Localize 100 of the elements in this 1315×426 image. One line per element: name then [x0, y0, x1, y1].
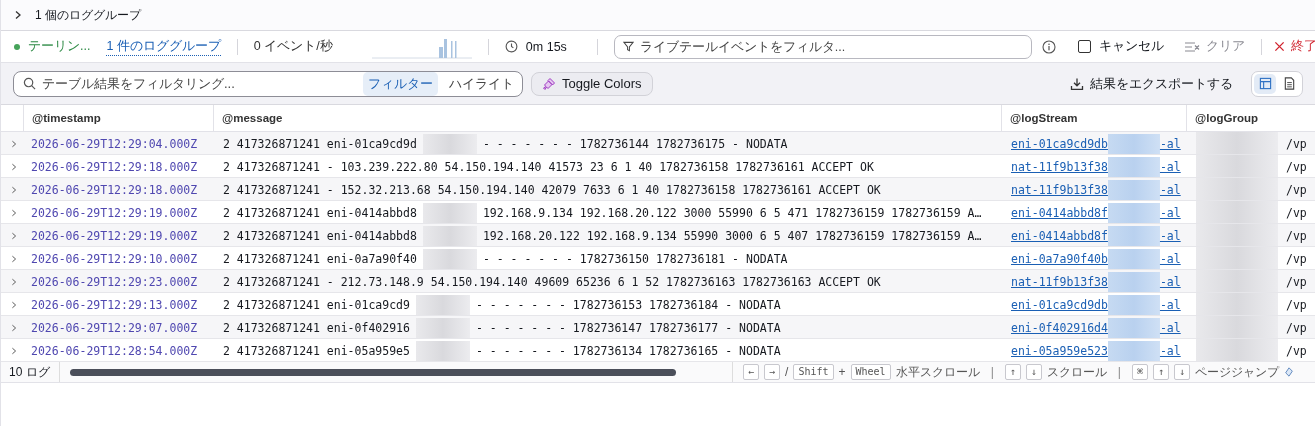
table-view-button[interactable] [1254, 73, 1276, 94]
log-stream-link[interactable]: -al [1159, 159, 1181, 174]
cancel-checkbox[interactable] [1077, 40, 1091, 53]
mode-toggle[interactable]: ハイライト [444, 71, 519, 96]
redaction-blur [415, 340, 470, 361]
log-stream-link[interactable]: -al [1159, 320, 1181, 335]
filter-icon [622, 41, 634, 52]
expand-row-icon[interactable] [10, 162, 18, 171]
message-text: - - - - - - - 1782736144 1782736175 - NODATA [482, 136, 789, 151]
search-icon [23, 77, 36, 90]
log-stream-link[interactable]: -al [1159, 228, 1181, 243]
hint-divider: | [1117, 365, 1121, 379]
hint-label: ページジャンプ [1195, 363, 1280, 381]
expand-row-icon[interactable] [10, 139, 18, 148]
redaction-blur [1107, 225, 1160, 246]
tailing-status: テーリン... [28, 38, 91, 55]
keyboard-key: ↓ [1025, 364, 1042, 380]
expand-row-icon[interactable] [10, 323, 18, 332]
timestamp-cell-text: 2026-06-29T12:29:19.000Z [30, 228, 199, 243]
message-text: 2 417326871241 eni-0f402916 [223, 320, 411, 335]
redaction-blur [422, 133, 477, 154]
table-search-field[interactable]: テーブル結果をフィルタリング... フィルター ハイライト [13, 70, 523, 97]
redaction-blur [1107, 202, 1160, 223]
log-stream-link[interactable]: -al [1159, 136, 1181, 151]
expand-row-icon[interactable] [10, 346, 18, 355]
log-stream-link[interactable]: nat-11f9b13f38 [1011, 274, 1108, 289]
event-rate: 0 イベント/秒 [253, 38, 334, 55]
log-stream-link[interactable]: -al [1159, 182, 1181, 197]
expand-row-icon[interactable] [10, 231, 18, 240]
log-stream-link[interactable]: eni-01ca9cd9db [1011, 297, 1108, 312]
log-groups-link[interactable]: 1 件のロググループ [106, 37, 221, 56]
table-cell-text: /vp [1285, 251, 1308, 266]
column-header[interactable]: @logGroup [1186, 105, 1284, 131]
redaction-blur [422, 248, 477, 269]
log-stream-link[interactable]: eni-0414abbd8f [1011, 228, 1108, 243]
info-icon[interactable] [1041, 39, 1056, 54]
expand-row-icon[interactable] [10, 254, 18, 263]
live-filter-field[interactable]: ライブテールイベントをフィルタ... [613, 34, 1032, 59]
log-stream-link[interactable]: -al [1159, 251, 1181, 266]
log-stream-link[interactable]: nat-11f9b13f38 [1011, 182, 1108, 197]
timestamp-cell-text: 2026-06-29T12:29:19.000Z [30, 205, 199, 220]
hint-divider: | [990, 365, 994, 379]
column-header[interactable]: @message [213, 105, 1001, 131]
log-stream-link[interactable]: eni-01ca9cd9db [1011, 136, 1108, 151]
mode-toggle[interactable]: フィルター [363, 71, 438, 96]
stop-button[interactable]: 終了 [1273, 38, 1315, 55]
log-stream-link[interactable]: eni-0a7a90f40b [1011, 251, 1108, 266]
message-text: 192.168.9.134 192.168.20.122 3000 55990 6 5 471 1782736159 1782736159 A… [482, 205, 983, 220]
log-stream-link[interactable]: eni-0f402916d4 [1011, 320, 1108, 335]
table-cell-text: /vp [1285, 297, 1308, 312]
timestamp-cell-text: 2026-06-29T12:29:13.000Z [30, 297, 199, 312]
expand-row-icon[interactable] [10, 208, 18, 217]
close-icon [1273, 41, 1285, 52]
timestamp-cell-text: 2026-06-29T12:28:54.000Z [30, 343, 199, 358]
timestamp-cell-text: 2026-06-29T12:29:10.000Z [30, 251, 199, 266]
message-text: 2 417326871241 - 152.32.213.68 54.150.194.140 42079 7633 6 1 40 1782736158 1782736161 ACCEPT OK [223, 182, 882, 197]
message-text: 2 417326871241 eni-01ca9cd9d [223, 136, 418, 151]
log-count: 10 ログ [1, 362, 60, 382]
column-header[interactable]: @timestamp [23, 105, 213, 131]
redaction-blur [1107, 179, 1160, 200]
live-filter-input[interactable]: ライブテールイベントをフィルタ... [639, 39, 1023, 54]
message-text: 2 417326871241 eni-05a959e5 [223, 343, 411, 358]
column-header[interactable]: @logStream [1001, 105, 1186, 131]
export-button[interactable]: 結果をエクスポートする [1070, 74, 1233, 93]
log-stream-link[interactable]: nat-11f9b13f38 [1011, 159, 1108, 174]
message-text: - - - - - - - 1782736153 1782736184 - NODATA [475, 297, 782, 312]
keyboard-key: ← [743, 364, 760, 380]
keyboard-key: ↓ [1174, 364, 1191, 380]
redaction-blur [1107, 317, 1160, 338]
timestamp-cell-text: 2026-06-29T12:29:18.000Z [30, 159, 199, 174]
message-text: 2 417326871241 eni-0414abbd8 [223, 205, 418, 220]
clear-icon [1183, 40, 1200, 53]
redaction-blur [415, 317, 470, 338]
message-text: 2 417326871241 eni-01ca9cd9 [223, 297, 411, 312]
toggle-colors-button[interactable]: Toggle Colors [531, 71, 653, 96]
hint-label: スクロール [1046, 363, 1107, 381]
message-text: 2 417326871241 eni-0414abbd8 [223, 228, 418, 243]
timestamp-cell-text: 2026-06-29T12:29:18.000Z [30, 182, 199, 197]
chevron-icon[interactable] [13, 10, 23, 20]
message-text: - - - - - - - 1782736147 1782736177 - NODATA [475, 320, 782, 335]
log-stream-link[interactable]: -al [1159, 205, 1181, 220]
table-cell-text: /vp [1285, 205, 1308, 220]
redaction-blur [422, 202, 477, 223]
log-stream-link[interactable]: -al [1159, 274, 1181, 289]
table-cell-text: /vp [1285, 136, 1308, 151]
cancel-label: キャンセル [1098, 38, 1164, 55]
expand-row-icon[interactable] [10, 300, 18, 309]
timestamp-cell-text: 2026-06-29T12:29:07.000Z [30, 320, 199, 335]
keyboard-key: ⌘ [1131, 364, 1148, 380]
redaction-blur [422, 225, 477, 246]
log-stream-link[interactable]: eni-0414abbd8f [1011, 205, 1108, 220]
expand-row-icon[interactable] [10, 185, 18, 194]
expand-row-icon[interactable] [10, 277, 18, 286]
key-separator: + [838, 365, 846, 379]
keyboard-key: → [764, 364, 781, 380]
log-stream-link[interactable]: -al [1159, 343, 1181, 358]
timestamp-cell-text: 2026-06-29T12:29:04.000Z [30, 136, 199, 151]
clock-icon [504, 40, 518, 53]
log-stream-link[interactable]: -al [1159, 297, 1181, 312]
log-stream-link[interactable]: eni-05a959e523 [1011, 343, 1108, 358]
